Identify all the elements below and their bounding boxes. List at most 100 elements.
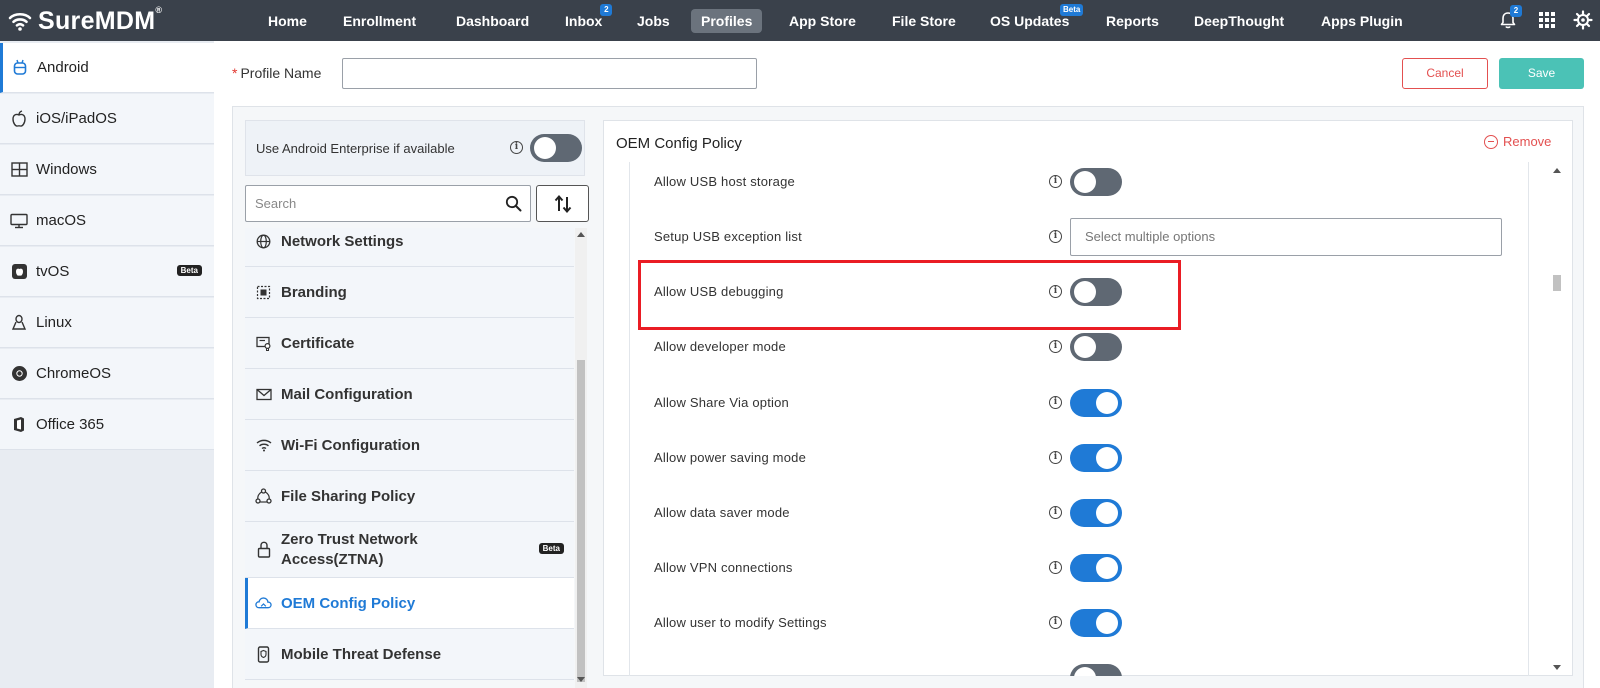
category-label: OEM Config Policy [281, 594, 416, 612]
info-icon[interactable]: i [1049, 561, 1062, 574]
nav-apps-plugin[interactable]: Apps Plugin [1311, 9, 1413, 33]
category-label: Branding [281, 283, 347, 301]
platform-sidebar: Android iOS/iPadOS Windows macOS tvOS Be… [0, 41, 214, 688]
nav-profiles[interactable]: Profiles [691, 9, 763, 33]
nav-dashboard[interactable]: Dashboard [446, 9, 539, 33]
setting-label-vpn-connections: Allow VPN connections [654, 560, 793, 575]
scroll-up-arrow-icon[interactable] [577, 232, 585, 237]
sort-button[interactable] [536, 185, 589, 222]
settings-gear-icon[interactable] [1573, 10, 1593, 30]
info-icon[interactable]: i [1049, 616, 1062, 629]
profile-name-input[interactable] [342, 58, 757, 89]
toggle-usb-host-storage[interactable] [1070, 168, 1122, 196]
category-mobile-threat-defense[interactable]: Mobile Threat Defense [245, 629, 574, 680]
suremdm-logo[interactable]: SureMDM® [8, 4, 163, 36]
nav-app-store[interactable]: App Store [779, 9, 866, 33]
search-input[interactable] [246, 186, 486, 220]
info-icon[interactable]: i [510, 141, 523, 154]
mobile-shield-icon [255, 645, 272, 663]
branding-icon [255, 284, 272, 301]
save-button[interactable]: Save [1499, 58, 1584, 89]
nav-inbox[interactable]: Inbox 2 [555, 4, 613, 33]
category-mail-configuration[interactable]: Mail Configuration [245, 369, 574, 420]
toggle-vpn-connections[interactable] [1070, 554, 1122, 582]
info-icon[interactable]: i [1049, 506, 1062, 519]
info-icon[interactable]: i [1049, 230, 1062, 243]
toggle-power-saving-mode[interactable] [1070, 444, 1122, 472]
cancel-button[interactable]: Cancel [1402, 58, 1488, 89]
nav-file-store[interactable]: File Store [882, 9, 966, 33]
toggle-next-setting[interactable] [1070, 664, 1122, 676]
setting-label-data-saver-mode: Allow data saver mode [654, 505, 790, 520]
android-enterprise-toggle[interactable] [530, 134, 582, 162]
windows-icon [10, 161, 28, 179]
sort-arrows-icon [554, 194, 572, 214]
category-label: File Sharing Policy [281, 487, 416, 505]
info-icon[interactable]: i [1049, 451, 1062, 464]
setting-label-developer-mode: Allow developer mode [654, 339, 786, 354]
beta-badge: Beta [1060, 4, 1084, 16]
info-icon[interactable]: i [1049, 175, 1062, 188]
category-wifi-configuration[interactable]: Wi-Fi Configuration [245, 420, 574, 471]
globe-icon [255, 233, 272, 250]
category-scrollbar[interactable] [575, 228, 587, 688]
setting-label-usb-exception-list: Setup USB exception list [654, 229, 802, 244]
platform-label: macOS [36, 212, 87, 229]
platform-windows[interactable]: Windows [0, 145, 214, 195]
category-branding[interactable]: Branding [245, 267, 574, 318]
category-label: Network Settings [281, 232, 404, 250]
nav-jobs[interactable]: Jobs [627, 9, 680, 33]
platform-label: Android [37, 59, 89, 76]
platform-tvos[interactable]: tvOS Beta [0, 247, 214, 297]
platform-office-365[interactable]: Office 365 [0, 400, 214, 450]
toggle-data-saver-mode[interactable] [1070, 499, 1122, 527]
nav-deepthought[interactable]: DeepThought [1184, 9, 1294, 33]
scrollbar-thumb[interactable] [577, 360, 585, 682]
platform-ios[interactable]: iOS/iPadOS [0, 94, 214, 144]
brand-name: SureMDM® [38, 4, 163, 35]
info-icon[interactable]: i [1049, 340, 1062, 353]
category-certificate[interactable]: Certificate [245, 318, 574, 369]
category-label: Zero Trust Network [281, 530, 418, 548]
required-marker: * [232, 65, 238, 81]
platform-chromeos[interactable]: ChromeOS [0, 349, 214, 399]
policy-category-list: Network Settings Branding Certificate Ma… [245, 228, 574, 688]
setting-label-share-via: Allow Share Via option [654, 395, 789, 410]
nav-os-updates[interactable]: OS Updates Beta [980, 4, 1084, 33]
scrollbar-thumb[interactable] [1553, 275, 1561, 291]
platform-macos[interactable]: macOS [0, 196, 214, 246]
category-label: Wi-Fi Configuration [281, 436, 420, 454]
mail-icon [255, 386, 272, 403]
apps-grid-icon[interactable] [1537, 10, 1557, 30]
platform-linux[interactable]: Linux [0, 298, 214, 348]
nav-reports[interactable]: Reports [1096, 9, 1169, 33]
nav-enrollment[interactable]: Enrollment [333, 9, 426, 33]
remove-policy-button[interactable]: Remove [1484, 134, 1551, 149]
certificate-icon [255, 335, 272, 352]
setting-label-power-saving-mode: Allow power saving mode [654, 450, 807, 465]
category-oem-config-policy[interactable]: OEM Config Policy [245, 578, 574, 629]
scroll-down-arrow-icon[interactable] [1553, 665, 1561, 670]
toggle-modify-settings[interactable] [1070, 609, 1122, 637]
panel-title: OEM Config Policy [616, 135, 742, 152]
toggle-developer-mode[interactable] [1070, 333, 1122, 361]
beta-badge: Beta [538, 543, 564, 554]
lock-icon [255, 541, 272, 558]
settings-scrollbar[interactable] [1550, 162, 1564, 676]
category-file-sharing-policy[interactable]: File Sharing Policy [245, 471, 574, 522]
scroll-down-arrow-icon[interactable] [577, 677, 585, 682]
category-zero-trust-network-access[interactable]: Zero Trust Network Access(ZTNA) Beta [245, 522, 574, 578]
android-enterprise-label: Use Android Enterprise if available [256, 140, 455, 156]
remove-circle-icon [1484, 134, 1498, 149]
info-icon[interactable]: i [1049, 396, 1062, 409]
chrome-icon [10, 365, 28, 383]
usb-exception-multiselect[interactable]: Select multiple options [1070, 218, 1502, 256]
platform-android[interactable]: Android [0, 43, 214, 93]
category-label: Access(ZTNA) [281, 550, 384, 568]
search-icon[interactable] [505, 195, 522, 212]
share-icon [255, 488, 272, 505]
category-network-settings[interactable]: Network Settings [245, 228, 574, 267]
scroll-up-arrow-icon[interactable] [1553, 168, 1561, 173]
toggle-share-via[interactable] [1070, 389, 1122, 417]
nav-home[interactable]: Home [258, 9, 317, 33]
